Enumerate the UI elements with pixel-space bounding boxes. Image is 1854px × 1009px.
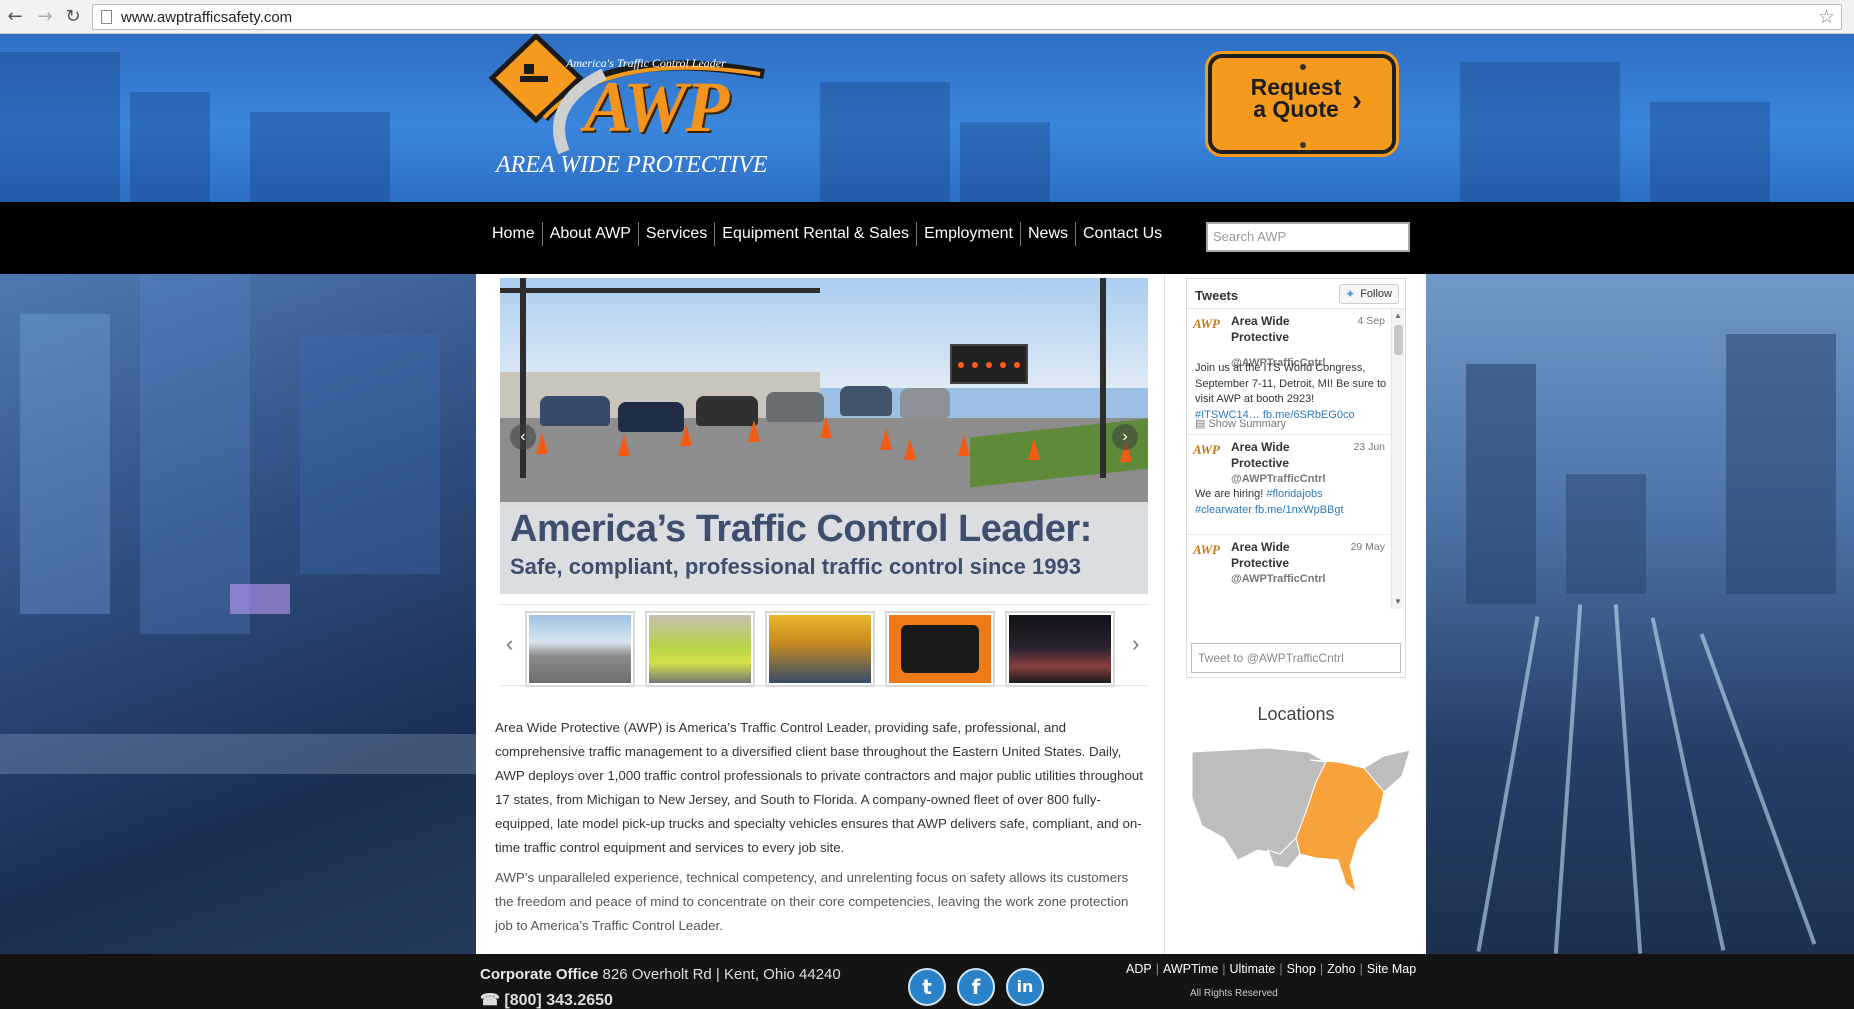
tweet-author: Area Wide Protective: [1231, 314, 1290, 344]
request-quote-button[interactable]: Request a Quote ›: [1208, 54, 1396, 154]
follow-label: Follow: [1360, 288, 1392, 300]
intro-paragraph-2: AWP’s unparalleled experience, technical…: [495, 870, 1129, 933]
slider-next-button[interactable]: ›: [1112, 424, 1138, 450]
slider-subline: Safe, compliant, professional traffic co…: [510, 554, 1081, 579]
linkedin-icon[interactable]: in: [1006, 968, 1044, 1006]
twitter-widget: Tweets ✦ Follow AWP Area Wide Protective…: [1186, 278, 1406, 678]
column-divider: [1164, 274, 1165, 954]
site-footer: Corporate Office 826 Overholt Rd | Kent,…: [0, 954, 1854, 1009]
avatar: AWP: [1193, 542, 1220, 557]
logo-name: AWP: [584, 67, 729, 147]
locations-map[interactable]: [1188, 742, 1414, 902]
url-text[interactable]: www.awptrafficsafety.com: [121, 9, 292, 26]
show-summary-link[interactable]: ▤ Show Summary: [1195, 417, 1286, 430]
thumbs-prev-button[interactable]: ‹: [506, 631, 513, 657]
thumbnail-4[interactable]: [885, 611, 995, 687]
footer-link-zoho[interactable]: Zoho: [1327, 962, 1356, 976]
background-highway-right: [1426, 274, 1854, 954]
nav-item-services[interactable]: Services: [639, 222, 716, 246]
back-arrow-icon[interactable]: ←: [4, 6, 26, 28]
nav-menu: Home About AWP Services Equipment Rental…: [486, 222, 1169, 246]
tweet-item[interactable]: AWP Area Wide Protective @AWPTrafficCntr…: [1187, 435, 1391, 535]
slider-headline: America’s Traffic Control Leader:: [510, 508, 1092, 550]
site-header: America's Traffic Control Leader AWP ARE…: [0, 34, 1854, 202]
footer-link-sitemap[interactable]: Site Map: [1367, 962, 1416, 976]
twitter-bird-icon: ✦: [1345, 287, 1356, 301]
nav-item-employment[interactable]: Employment: [917, 222, 1021, 246]
browser-toolbar: ← → ↻ www.awptrafficsafety.com ☆: [0, 0, 1854, 34]
tweet-composer-input[interactable]: Tweet to @AWPTrafficCntrl: [1191, 643, 1401, 673]
nav-item-home[interactable]: Home: [486, 222, 543, 246]
footer-links: ADP | AWPTime | Ultimate | Shop | Zoho | Site Map: [1126, 962, 1417, 976]
tweet-date: 4 Sep: [1357, 315, 1385, 327]
nav-item-equipment[interactable]: Equipment Rental & Sales: [715, 222, 918, 246]
thumbnail-strip: ‹ ›: [500, 604, 1148, 687]
avatar: AWP: [1193, 442, 1220, 457]
address-bar[interactable]: www.awptrafficsafety.com ☆: [92, 4, 1842, 30]
corp-label: Corporate Office: [480, 966, 599, 983]
tweets-scrollbar[interactable]: ▲ ▼: [1391, 309, 1404, 609]
thumbnail-5[interactable]: [1005, 611, 1115, 687]
avatar: AWP: [1193, 316, 1220, 331]
nav-item-contact[interactable]: Contact Us: [1076, 222, 1169, 246]
main-content: ‹ › America’s Traffic Control Leader: Sa…: [476, 274, 1426, 954]
thumbnail-1[interactable]: [525, 611, 635, 687]
search-input[interactable]: Search AWP: [1206, 222, 1410, 252]
intro-paragraph-1: Area Wide Protective (AWP) is America’s …: [495, 720, 1143, 855]
arrow-board: [950, 344, 1028, 384]
thumbnail-3[interactable]: [765, 611, 875, 687]
scroll-down-icon[interactable]: ▼: [1394, 597, 1402, 606]
bolt-icon: [1300, 64, 1306, 70]
bolt-icon: [1300, 142, 1306, 148]
scrollbar-thumb[interactable]: [1394, 325, 1403, 355]
tweet-item[interactable]: AWP Area Wide Protective @AWPTrafficCntr…: [1187, 535, 1391, 609]
follow-button[interactable]: ✦ Follow: [1339, 284, 1399, 304]
tweet-text: Join us at the ITS World Congress, Septe…: [1195, 362, 1387, 421]
chevron-right-icon: ›: [1352, 84, 1362, 117]
tweet-link[interactable]: #clearwater fb.me/1nxWpBBgt: [1195, 504, 1344, 516]
hero-slider[interactable]: ‹ › America’s Traffic Control Leader: Sa…: [500, 278, 1148, 594]
footer-link-ultimate[interactable]: Ultimate: [1230, 962, 1276, 976]
tweet-text: We are hiring! #floridajobs #clearwater …: [1195, 488, 1344, 516]
tweets-header: Tweets ✦ Follow: [1187, 279, 1405, 309]
tweet-date: 23 Jun: [1353, 441, 1385, 453]
corporate-office: Corporate Office 826 Overholt Rd | Kent,…: [480, 966, 841, 983]
reload-icon[interactable]: ↻: [62, 6, 84, 28]
locations-title: Locations: [1257, 704, 1335, 724]
phone-icon: ☎: [480, 992, 500, 1009]
tweet-link[interactable]: #floridajobs: [1266, 488, 1322, 500]
facebook-icon[interactable]: f: [957, 968, 995, 1006]
intro-text: Area Wide Protective (AWP) is America’s …: [495, 716, 1145, 938]
phone-number[interactable]: ☎ [800] 343.2650: [480, 990, 613, 1009]
awp-logo[interactable]: America's Traffic Control Leader AWP ARE…: [484, 34, 780, 184]
tweet-author: Area Wide Protective: [1231, 440, 1290, 470]
nav-item-news[interactable]: News: [1021, 222, 1076, 246]
forward-arrow-icon[interactable]: →: [34, 6, 56, 28]
tweet-author: Area Wide Protective: [1231, 540, 1290, 570]
nav-item-about[interactable]: About AWP: [543, 222, 639, 246]
page-icon: [101, 10, 112, 24]
tweet-date: 29 May: [1350, 541, 1385, 553]
tweets-title: Tweets: [1195, 288, 1239, 303]
tweet-handle: @AWPTrafficCntrl: [1231, 473, 1326, 485]
logo-subtitle: AREA WIDE PROTECTIVE: [496, 152, 768, 178]
copyright-text: All Rights Reserved: [1190, 988, 1278, 999]
scroll-up-icon[interactable]: ▲: [1394, 311, 1402, 320]
slider-caption: America’s Traffic Control Leader: Safe, …: [500, 502, 1148, 594]
tweet-item[interactable]: AWP Area Wide Protective @AWPTrafficCntr…: [1187, 309, 1391, 435]
footer-link-adp[interactable]: ADP: [1126, 962, 1152, 976]
main-nav: Home About AWP Services Equipment Rental…: [0, 202, 1854, 274]
footer-link-awptime[interactable]: AWPTime: [1163, 962, 1218, 976]
twitter-icon[interactable]: t: [908, 968, 946, 1006]
request-quote-label: Request a Quote: [1250, 74, 1342, 122]
background-city-left: [0, 274, 476, 954]
corp-address: 826 Overholt Rd | Kent, Ohio 44240: [602, 966, 841, 983]
footer-link-shop[interactable]: Shop: [1287, 962, 1316, 976]
star-icon[interactable]: ☆: [1818, 6, 1835, 28]
slider-prev-button[interactable]: ‹: [510, 424, 536, 450]
tweet-handle: @AWPTrafficCntrl: [1231, 573, 1326, 585]
tweet-feed[interactable]: AWP Area Wide Protective @AWPTrafficCntr…: [1187, 309, 1391, 609]
thumbnail-2[interactable]: [645, 611, 755, 687]
thumbs-next-button[interactable]: ›: [1132, 631, 1139, 657]
